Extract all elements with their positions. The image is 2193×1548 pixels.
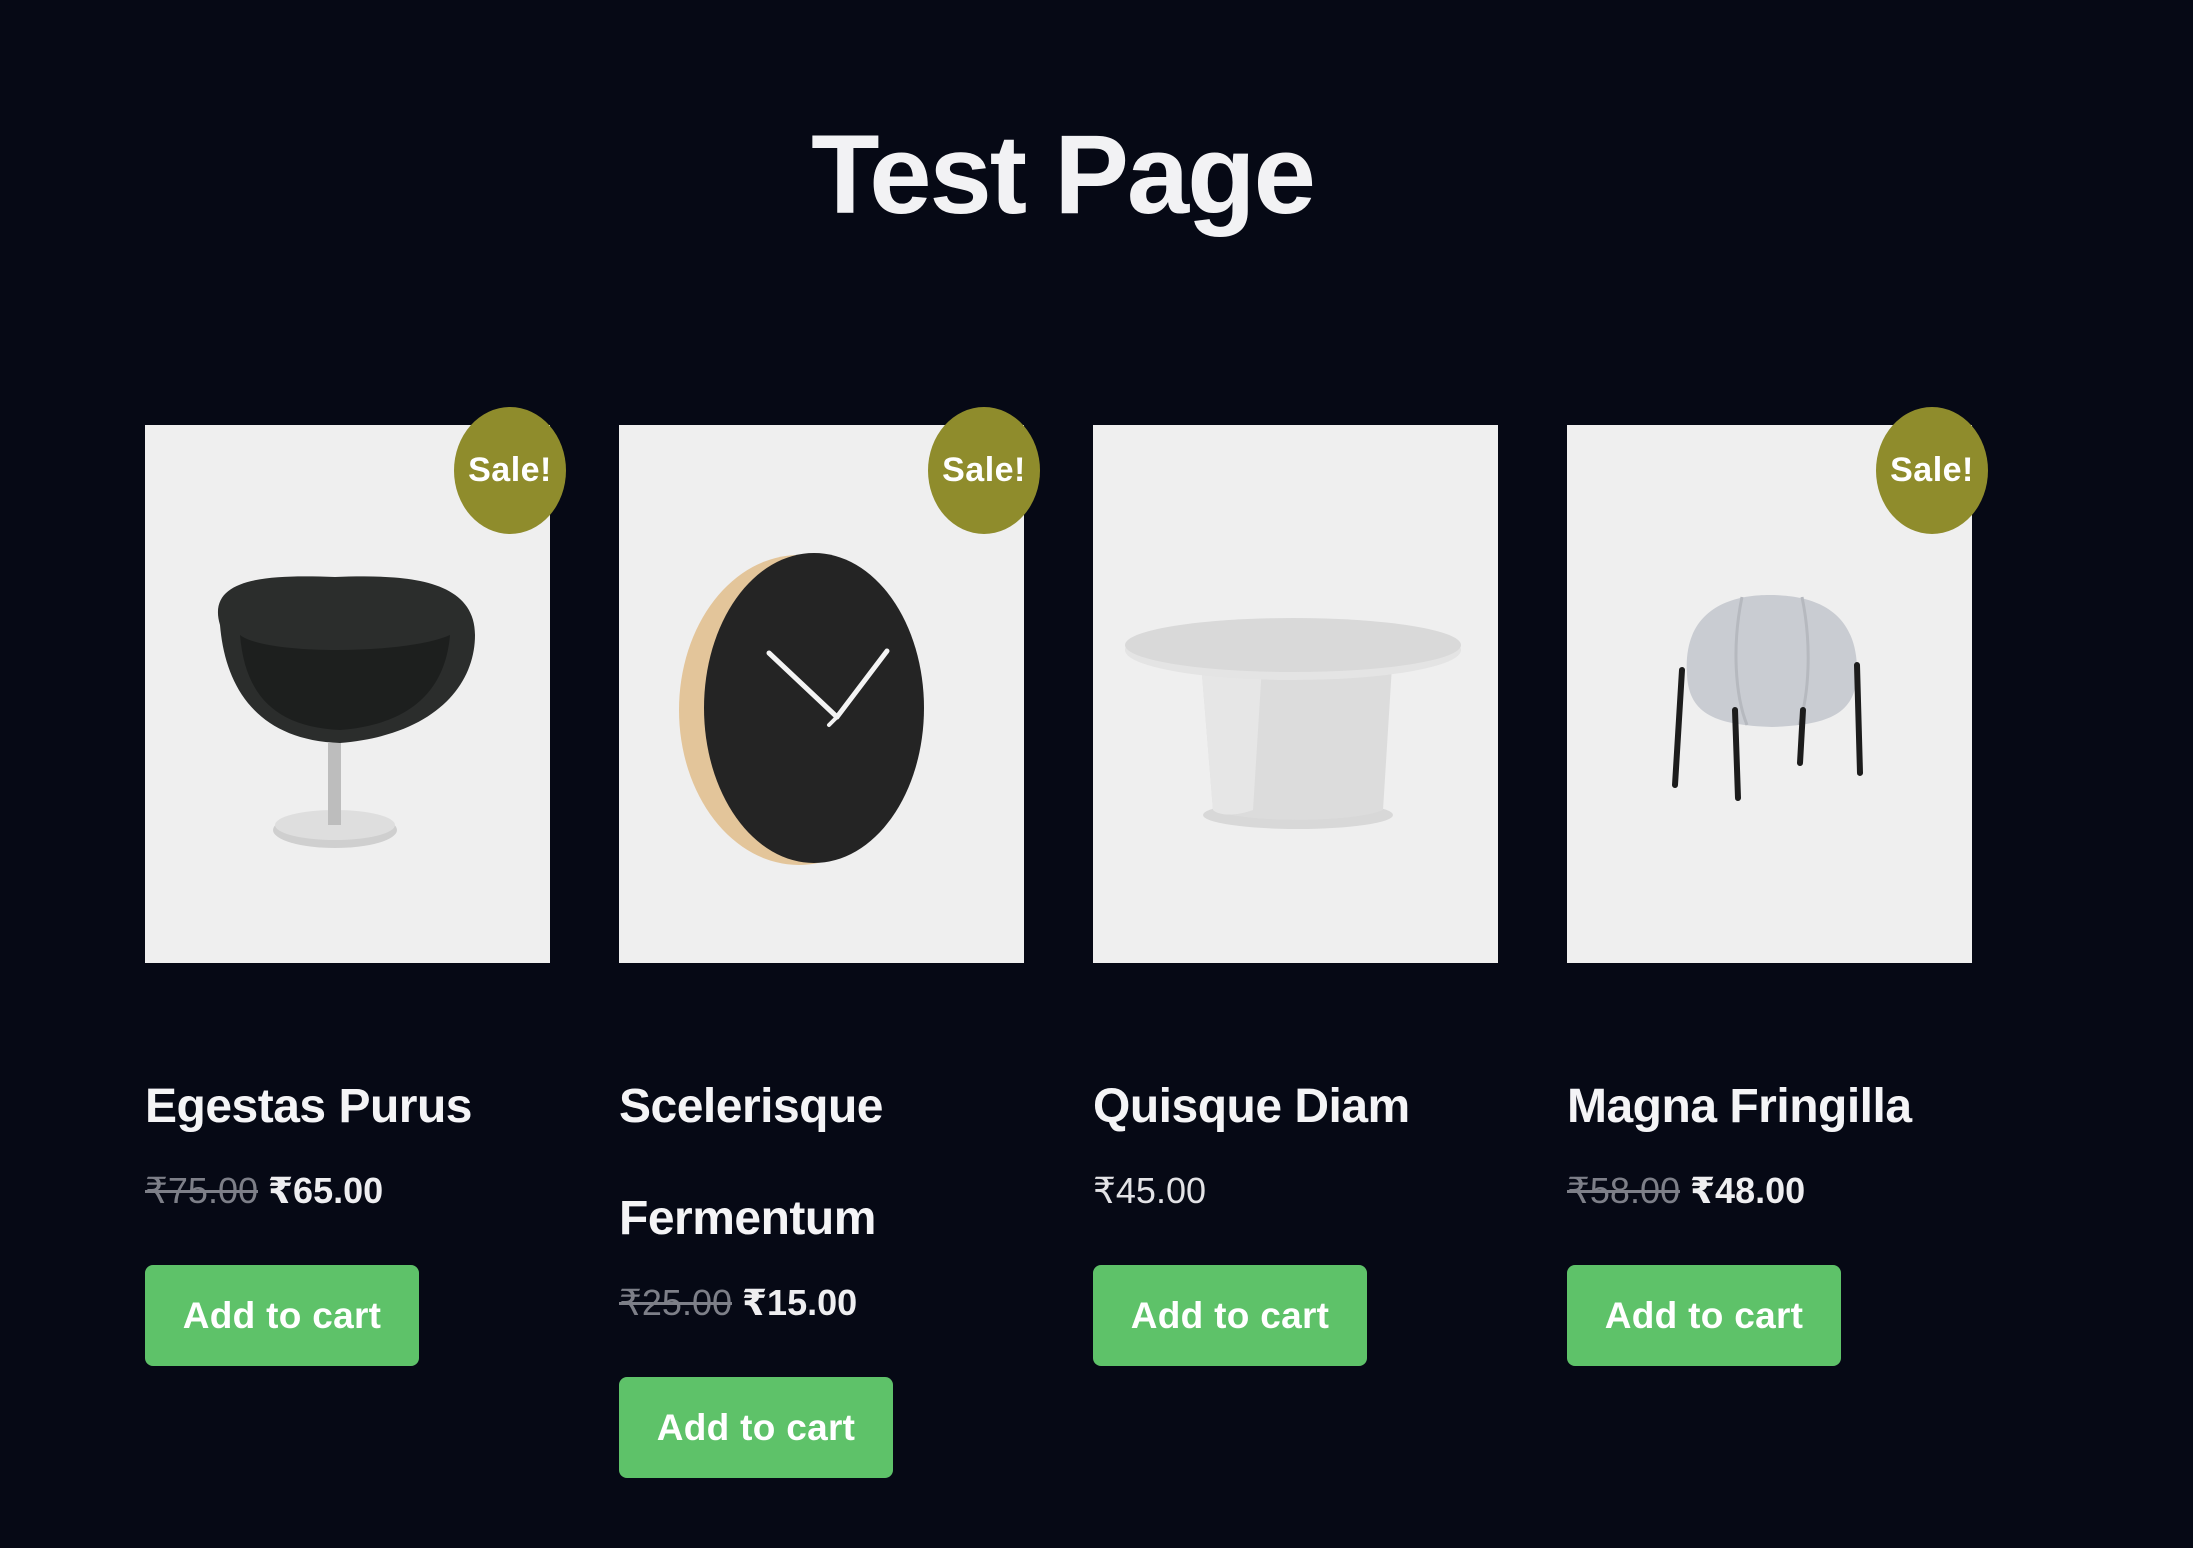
sale-price: ₹48.00 [1690,1170,1806,1211]
product-price: ₹75.00 ₹65.00 [145,1163,551,1219]
sale-badge: Sale! [928,407,1040,534]
product-card: Quisque Diam ₹45.00 Add to cart [1093,425,1499,1366]
product-title[interactable]: Egestas Purus [145,1051,551,1163]
product-card: Sale! Egestas Purus ₹75.00 ₹65.00 Add to … [145,407,566,1366]
product-price: ₹58.00 ₹48.00 [1567,1163,1973,1219]
regular-price: ₹58.00 [1567,1170,1680,1211]
coffee-table-icon [1125,618,1461,829]
add-to-cart-button[interactable]: Add to cart [145,1265,419,1366]
add-to-cart-button[interactable]: Add to cart [619,1377,893,1478]
sale-price: ₹65.00 [268,1170,384,1211]
add-to-cart-button[interactable]: Add to cart [1567,1265,1841,1366]
product-image-link[interactable]: Sale! [1567,407,1988,963]
product-price: ₹25.00 ₹15.00 [619,1275,1025,1331]
sale-price: ₹15.00 [742,1282,858,1323]
product-card: Sale! Scelerisque Fermentum ₹25.00 ₹15.00… [619,407,1040,1478]
product-image-link[interactable] [1093,425,1498,963]
sale-badge: Sale! [454,407,566,534]
product-image-link[interactable]: Sale! [145,407,566,963]
page: Test Page Sale! Egestas Purus ₹75.00 ₹65.… [0,0,2193,1548]
product-card: Sale! Magna Fringilla ₹58.00 ₹48.00 Add t… [1567,407,1988,1366]
product-price: ₹45.00 [1093,1163,1499,1219]
add-to-cart-button[interactable]: Add to cart [1093,1265,1367,1366]
page-title: Test Page [811,112,1316,237]
regular-price: ₹25.00 [619,1282,732,1323]
product-title[interactable]: Magna Fringilla [1567,1051,1973,1163]
regular-price: ₹45.00 [1093,1170,1206,1211]
product-title[interactable]: Scelerisque Fermentum [619,1051,1025,1275]
product-image-link[interactable]: Sale! [619,407,1040,963]
product-title[interactable]: Quisque Diam [1093,1051,1499,1163]
regular-price: ₹75.00 [145,1170,258,1211]
sale-badge: Sale! [1876,407,1988,534]
